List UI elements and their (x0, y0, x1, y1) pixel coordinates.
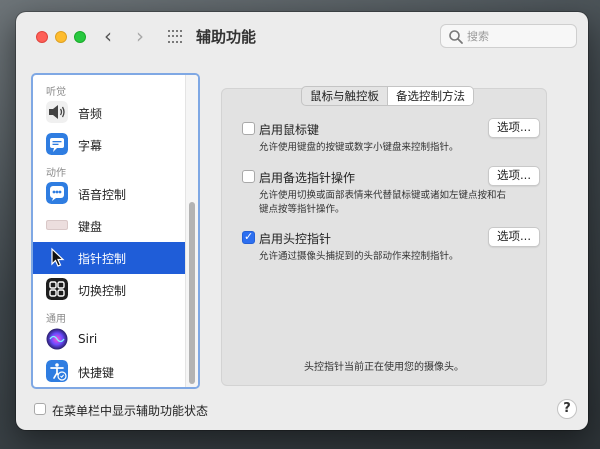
search-field[interactable] (440, 24, 577, 48)
captions-icon (46, 133, 68, 155)
voice-control-icon (46, 182, 68, 204)
sidebar-scrollbar[interactable] (185, 75, 198, 387)
minimize-button[interactable] (55, 31, 67, 43)
option-description: 允许通过摄像头捕捉到的头部动作来控制指针。 (259, 251, 459, 262)
back-icon[interactable]: ‹ (104, 26, 112, 46)
section-label-general: 通用 (46, 314, 66, 325)
tab-mouse-trackpad[interactable]: 鼠标与触控板 (302, 87, 387, 105)
option-description: 允许使用切换或面部表情来代替鼠标键或诸如左键点按和右键点按等指针操作。 (259, 190, 507, 215)
switch-control-icon (46, 278, 68, 300)
sidebar-item-pointer-control[interactable]: 指针控制 (33, 242, 185, 274)
show-in-menu-bar-checkbox[interactable] (34, 403, 46, 415)
scrollbar-thumb[interactable] (189, 202, 195, 384)
search-input[interactable] (467, 27, 572, 45)
window-title: 辅助功能 (196, 28, 257, 46)
forward-icon[interactable]: › (136, 26, 144, 46)
alternate-pointer-options-button[interactable]: 选项... (488, 166, 540, 186)
tab-alternate-control-methods[interactable]: 备选控制方法 (387, 87, 473, 105)
section-label-hearing: 听觉 (46, 87, 66, 98)
head-pointer-options-button[interactable]: 选项... (488, 227, 540, 247)
pointer-icon (51, 247, 65, 267)
option-label: 启用鼠标键 (259, 123, 320, 137)
siri-icon (46, 328, 68, 350)
section-label-motor: 动作 (46, 168, 66, 179)
sidebar-item-label: 快捷键 (78, 366, 115, 380)
sidebar-item-shortcut[interactable]: 快捷键 (33, 356, 185, 387)
search-icon (449, 30, 463, 44)
sidebar-item-switch-control[interactable]: 切换控制 (33, 274, 185, 306)
preferences-window: ‹ › 辅助功能 听觉 音频 (16, 12, 588, 430)
sidebar-item-label: 音频 (78, 107, 103, 121)
sidebar: 听觉 音频 字幕 动作 语音控制 键盘 指针控制 切换控制 通用 Siri 快捷… (31, 73, 200, 389)
alternate-pointer-checkbox[interactable] (242, 170, 255, 183)
zoom-button[interactable] (74, 31, 86, 43)
camera-status-note: 头控指针当前正在使用您的摄像头。 (304, 362, 464, 373)
option-description: 允许使用键盘的按键或数字小键盘来控制指针。 (259, 142, 459, 153)
title-bar: ‹ › 辅助功能 (16, 12, 588, 60)
mouse-keys-options-button[interactable]: 选项... (488, 118, 540, 138)
show-in-menu-bar-label: 在菜单栏中显示辅助功能状态 (52, 404, 209, 418)
sidebar-item-label: 字幕 (78, 139, 103, 153)
option-label: 启用头控指针 (259, 232, 332, 246)
sidebar-item-voice-control[interactable]: 语音控制 (33, 178, 185, 210)
keyboard-icon (46, 220, 68, 230)
show-all-grid-icon[interactable] (168, 30, 182, 44)
close-button[interactable] (36, 31, 48, 43)
sidebar-item-label: 切换控制 (78, 284, 127, 298)
mouse-keys-checkbox[interactable] (242, 122, 255, 135)
head-pointer-checkbox[interactable] (242, 230, 255, 244)
sidebar-item-audio[interactable]: 音频 (33, 97, 185, 129)
tab-bar: 鼠标与触控板 备选控制方法 (301, 86, 474, 106)
sidebar-item-label: Siri (78, 332, 98, 346)
sidebar-item-siri[interactable]: Siri (33, 324, 185, 356)
sidebar-item-keyboard[interactable]: 键盘 (33, 210, 185, 242)
sidebar-item-label: 语音控制 (78, 188, 127, 202)
speaker-icon (46, 101, 68, 123)
sidebar-item-label: 指针控制 (78, 252, 127, 266)
sidebar-item-captions[interactable]: 字幕 (33, 129, 185, 161)
shortcut-icon (46, 360, 68, 382)
option-label: 启用备选指针操作 (259, 171, 356, 185)
sidebar-item-label: 键盘 (78, 220, 103, 234)
help-button[interactable]: ? (557, 399, 577, 419)
